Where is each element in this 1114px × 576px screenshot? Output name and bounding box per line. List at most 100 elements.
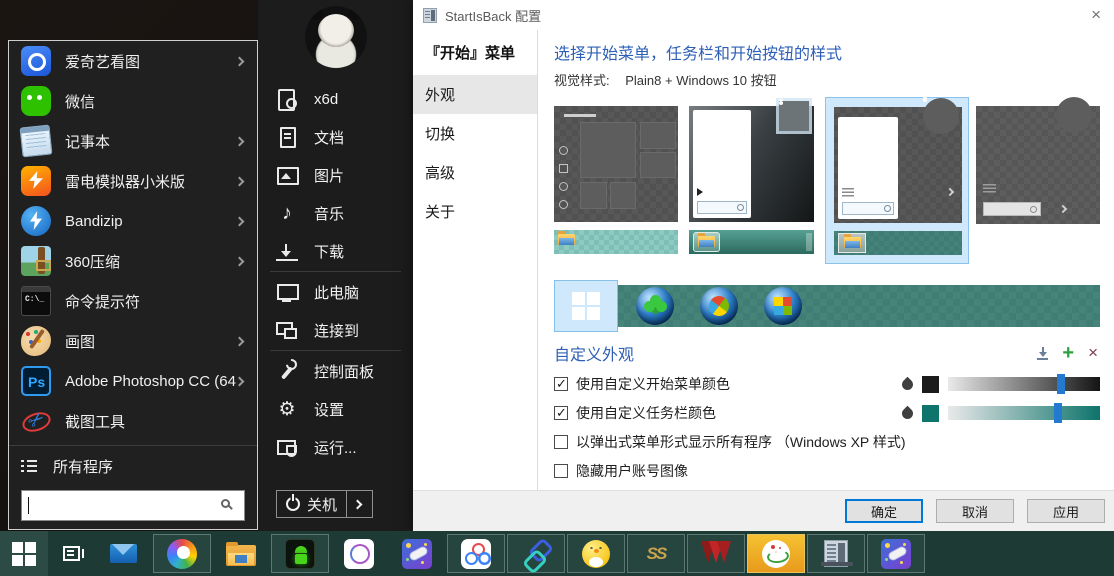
start-right-item-run[interactable]: 运行... xyxy=(258,428,413,466)
start-color-swatch[interactable] xyxy=(922,376,939,393)
taskbar-app-startisback[interactable] xyxy=(807,534,865,573)
chevron-right-icon xyxy=(235,376,245,386)
screen: 爱奇艺看图 微信 记事本 雷电模拟器小米版 Bandizip 360压缩 xyxy=(0,0,1114,576)
paint-icon xyxy=(21,326,51,356)
windows-start-icon xyxy=(12,542,36,566)
sidebar-item-advanced[interactable]: 高级 xyxy=(413,153,537,192)
start-right-item-documents[interactable]: 文档 xyxy=(258,118,413,156)
style-preview-plain10[interactable] xyxy=(976,97,1100,224)
start-button-option-clover[interactable] xyxy=(636,287,674,325)
taskbar-app-tri-circle[interactable] xyxy=(447,534,505,573)
sidebar-item-appearance[interactable]: 外观 xyxy=(413,75,537,114)
start-right-item-user[interactable]: x6d xyxy=(258,80,413,118)
browser-pinwheel-icon xyxy=(167,539,197,569)
taskbar-app-gold-logo[interactable]: SS xyxy=(627,534,685,573)
taskbar-app-game[interactable] xyxy=(388,531,446,576)
start-button-option-windows10[interactable] xyxy=(554,280,618,332)
dialog-title: StartIsBack 配置 xyxy=(445,6,541,25)
taskbar-app-mail[interactable] xyxy=(94,531,152,576)
start-app-item[interactable]: 雷电模拟器小米版 xyxy=(9,161,257,201)
start-right-item-downloads[interactable]: 下载 xyxy=(258,232,413,270)
start-app-item[interactable]: 截图工具 xyxy=(9,401,257,441)
chevron-right-icon xyxy=(235,136,245,146)
start-app-item[interactable]: Adobe Photoshop CC (64 Bit) xyxy=(9,361,257,401)
checkbox-xp-style-all-programs[interactable]: 以弹出式菜单形式显示所有程序 （Windows XP 样式) xyxy=(554,432,1100,452)
search-icon xyxy=(221,499,230,508)
start-menu-app-list: 爱奇艺看图 微信 记事本 雷电模拟器小米版 Bandizip 360压缩 xyxy=(8,40,258,530)
taskbar-app-file-explorer[interactable] xyxy=(212,531,270,576)
start-app-item[interactable]: 微信 xyxy=(9,81,257,121)
taskbar-app-link[interactable] xyxy=(507,534,565,573)
start-right-item-this-pc[interactable]: 此电脑 xyxy=(258,273,413,311)
dialog-sidebar: 『开始』菜单 外观 切换 高级 关于 xyxy=(413,30,537,531)
taskbar-app-game-2[interactable] xyxy=(867,534,925,573)
wechat-icon xyxy=(21,86,51,116)
taskbar-app-browser[interactable] xyxy=(153,534,211,573)
search-input[interactable] xyxy=(21,490,245,521)
cancel-button[interactable]: 取消 xyxy=(936,499,1014,523)
start-right-item-pictures[interactable]: 图片 xyxy=(258,156,413,194)
chevron-right-icon xyxy=(235,256,245,266)
user-avatar-circle xyxy=(923,98,959,134)
app-label: 微信 xyxy=(65,91,247,112)
chevron-right-icon xyxy=(353,499,363,509)
folder-icon xyxy=(698,236,715,247)
start-app-item[interactable]: 命令提示符 xyxy=(9,281,257,321)
checkbox-custom-start-color[interactable]: 使用自定义开始菜单颜色 xyxy=(554,374,1100,394)
start-app-item[interactable]: 记事本 xyxy=(9,121,257,161)
taskbar-preview xyxy=(834,231,962,255)
visual-style-label: 视觉样式: xyxy=(554,73,610,88)
taskbar-color-slider[interactable] xyxy=(948,406,1100,420)
start-button[interactable] xyxy=(0,531,48,576)
start-app-item[interactable]: 画图 xyxy=(9,321,257,361)
user-avatar[interactable] xyxy=(305,6,367,68)
start-right-item-connect-to[interactable]: 连接到 xyxy=(258,311,413,349)
remove-icon[interactable]: × xyxy=(1088,346,1098,360)
power-icon xyxy=(286,497,300,511)
start-right-item-settings[interactable]: ⚙ 设置 xyxy=(258,390,413,428)
start-button-option-vista[interactable] xyxy=(764,287,802,325)
app-label: 记事本 xyxy=(65,131,236,152)
start-color-slider[interactable] xyxy=(948,377,1100,391)
start-button-option-windows7[interactable] xyxy=(700,287,738,325)
taskbar-color-swatch[interactable] xyxy=(922,405,939,422)
start-app-item[interactable]: 爱奇艺看图 xyxy=(9,41,257,81)
start-app-item[interactable]: 360压缩 xyxy=(9,241,257,281)
taskbar-app-circle-ring[interactable] xyxy=(330,531,388,576)
chevron-right-icon xyxy=(235,216,245,226)
taskbar-app-red-arrows[interactable] xyxy=(687,534,745,573)
start-right-item-music[interactable]: ♪ 音乐 xyxy=(258,194,413,232)
checkbox-custom-taskbar-color[interactable]: 使用自定义任务栏颜色 xyxy=(554,403,1100,423)
text-caret xyxy=(28,497,29,514)
start-right-item-control-panel[interactable]: 控制面板 xyxy=(258,352,413,390)
style-preview-windows10[interactable] xyxy=(554,97,678,254)
shutdown-button[interactable]: 关机 xyxy=(276,490,347,518)
shutdown-options-arrow[interactable] xyxy=(347,490,373,518)
task-view-button[interactable] xyxy=(48,531,94,576)
ldplayer-icon xyxy=(21,166,51,196)
checkbox-hide-user-picture[interactable]: 隐藏用户账号图像 xyxy=(554,461,1100,481)
all-programs-item[interactable]: 所有程序 xyxy=(9,448,257,484)
add-icon[interactable]: + xyxy=(1062,346,1074,360)
taskbar-app-chick[interactable] xyxy=(567,534,625,573)
sidebar-item-switching[interactable]: 切换 xyxy=(413,114,537,153)
ok-button[interactable]: 确定 xyxy=(845,499,923,523)
sidebar-item-about[interactable]: 关于 xyxy=(413,192,537,231)
style-preview-aero[interactable] xyxy=(689,97,813,254)
taskbar-preview xyxy=(689,230,813,254)
start-app-item[interactable]: Bandizip xyxy=(9,201,257,241)
apply-button[interactable]: 应用 xyxy=(1027,499,1105,523)
dialog-footer: 确定 取消 应用 xyxy=(413,490,1114,531)
style-preview-plain8-selected[interactable] xyxy=(825,97,969,264)
taskbar-app-android-emulator[interactable] xyxy=(271,534,329,573)
taskbar-app-badge[interactable] xyxy=(747,534,805,573)
sidebar-header: 『开始』菜单 xyxy=(413,30,537,75)
color-droplet-icon xyxy=(900,405,916,421)
close-icon[interactable]: × xyxy=(1091,6,1101,23)
chevron-right-icon xyxy=(235,176,245,186)
windows-flag-icon xyxy=(572,292,600,320)
download-icon[interactable] xyxy=(1037,347,1048,360)
app-label: Bandizip xyxy=(65,213,236,230)
menu-separator xyxy=(270,350,401,351)
menu-separator xyxy=(9,445,257,446)
